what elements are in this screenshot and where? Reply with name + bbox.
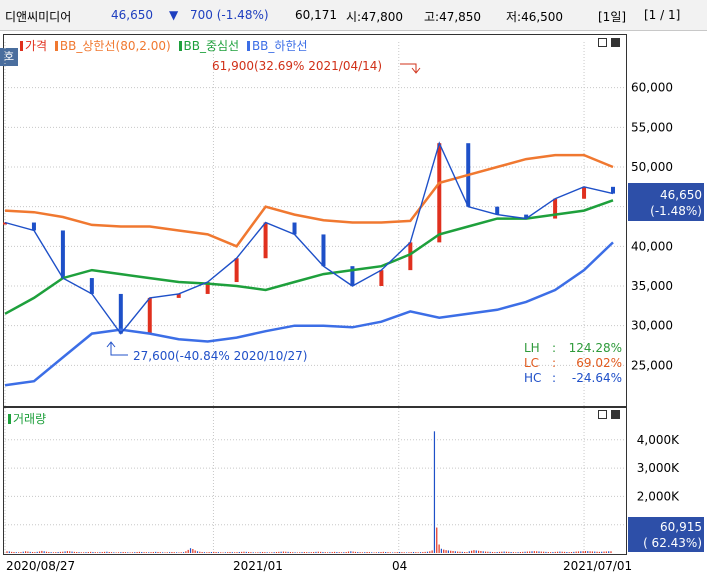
stat-lh-sep: : <box>552 341 556 355</box>
price-candle <box>437 143 442 243</box>
price-candle <box>147 297 152 334</box>
price-candle <box>118 293 123 334</box>
price-y-tick: 25,000 <box>631 358 673 372</box>
price-candle <box>408 242 413 271</box>
high-annotation: 61,900(32.69% 2021/04/14) <box>212 59 382 73</box>
stat-hc-sep: : <box>552 371 556 385</box>
price-candle <box>582 186 587 199</box>
stat-lh-value: 124.28% <box>569 341 622 355</box>
stat-lc-label: LC <box>524 356 539 370</box>
volume-y-tick: 3,000K <box>637 461 680 475</box>
price-candle <box>89 278 94 294</box>
stat-lc-value: 69.02% <box>576 356 622 370</box>
price-y-tick: 35,000 <box>631 279 673 293</box>
low-annotation-arrow <box>106 341 128 356</box>
price-y-tick: 50,000 <box>631 160 673 174</box>
stat-lh-label: LH <box>524 341 540 355</box>
bb-lower-line <box>4 241 614 387</box>
stat-lc-sep: : <box>552 356 556 370</box>
range-stats: LH : 124.28% LC : 69.02% HC : -24.64% <box>524 341 622 385</box>
stat-hc-label: HC <box>524 371 541 385</box>
current-price-tag-change: (-1.48%) <box>650 204 702 218</box>
x-label-04: 04 <box>392 559 407 573</box>
price-y-tick: 60,000 <box>631 81 673 95</box>
high-annotation-arrow <box>400 63 421 74</box>
price-candle <box>60 230 65 279</box>
price-candle <box>234 258 239 283</box>
price-y-tick: 40,000 <box>631 239 673 253</box>
x-label-start: 2020/08/27 <box>6 559 75 573</box>
price-candle <box>31 222 36 231</box>
price-line <box>4 141 614 335</box>
current-volume-tag-change: ( 62.43%) <box>643 536 702 550</box>
price-y-tick: 55,000 <box>631 120 673 134</box>
price-candle <box>263 222 268 259</box>
current-price-tag-value: 46,650 <box>660 188 702 202</box>
price-candle <box>495 206 500 215</box>
x-label-2021-01: 2021/01 <box>233 559 283 573</box>
price-candle <box>379 270 384 286</box>
stock-chart[interactable]: 25,00030,00035,00040,00045,00050,00055,0… <box>0 0 707 576</box>
current-volume-tag-value: 60,915 <box>660 520 702 534</box>
x-axis: 2020/08/27 2021/01 04 2021/07/01 <box>6 559 632 573</box>
x-label-end: 2021/07/01 <box>563 559 632 573</box>
low-annotation: 27,600(-40.84% 2020/10/27) <box>133 349 307 363</box>
bb-upper-line <box>4 153 614 248</box>
price-candle <box>321 234 326 267</box>
volume-y-tick: 2,000K <box>637 489 680 503</box>
stat-hc-value: -24.64% <box>572 371 622 385</box>
price-candle <box>292 222 297 235</box>
price-y-tick: 30,000 <box>631 319 673 333</box>
volume-y-tick: 4,000K <box>637 433 680 447</box>
